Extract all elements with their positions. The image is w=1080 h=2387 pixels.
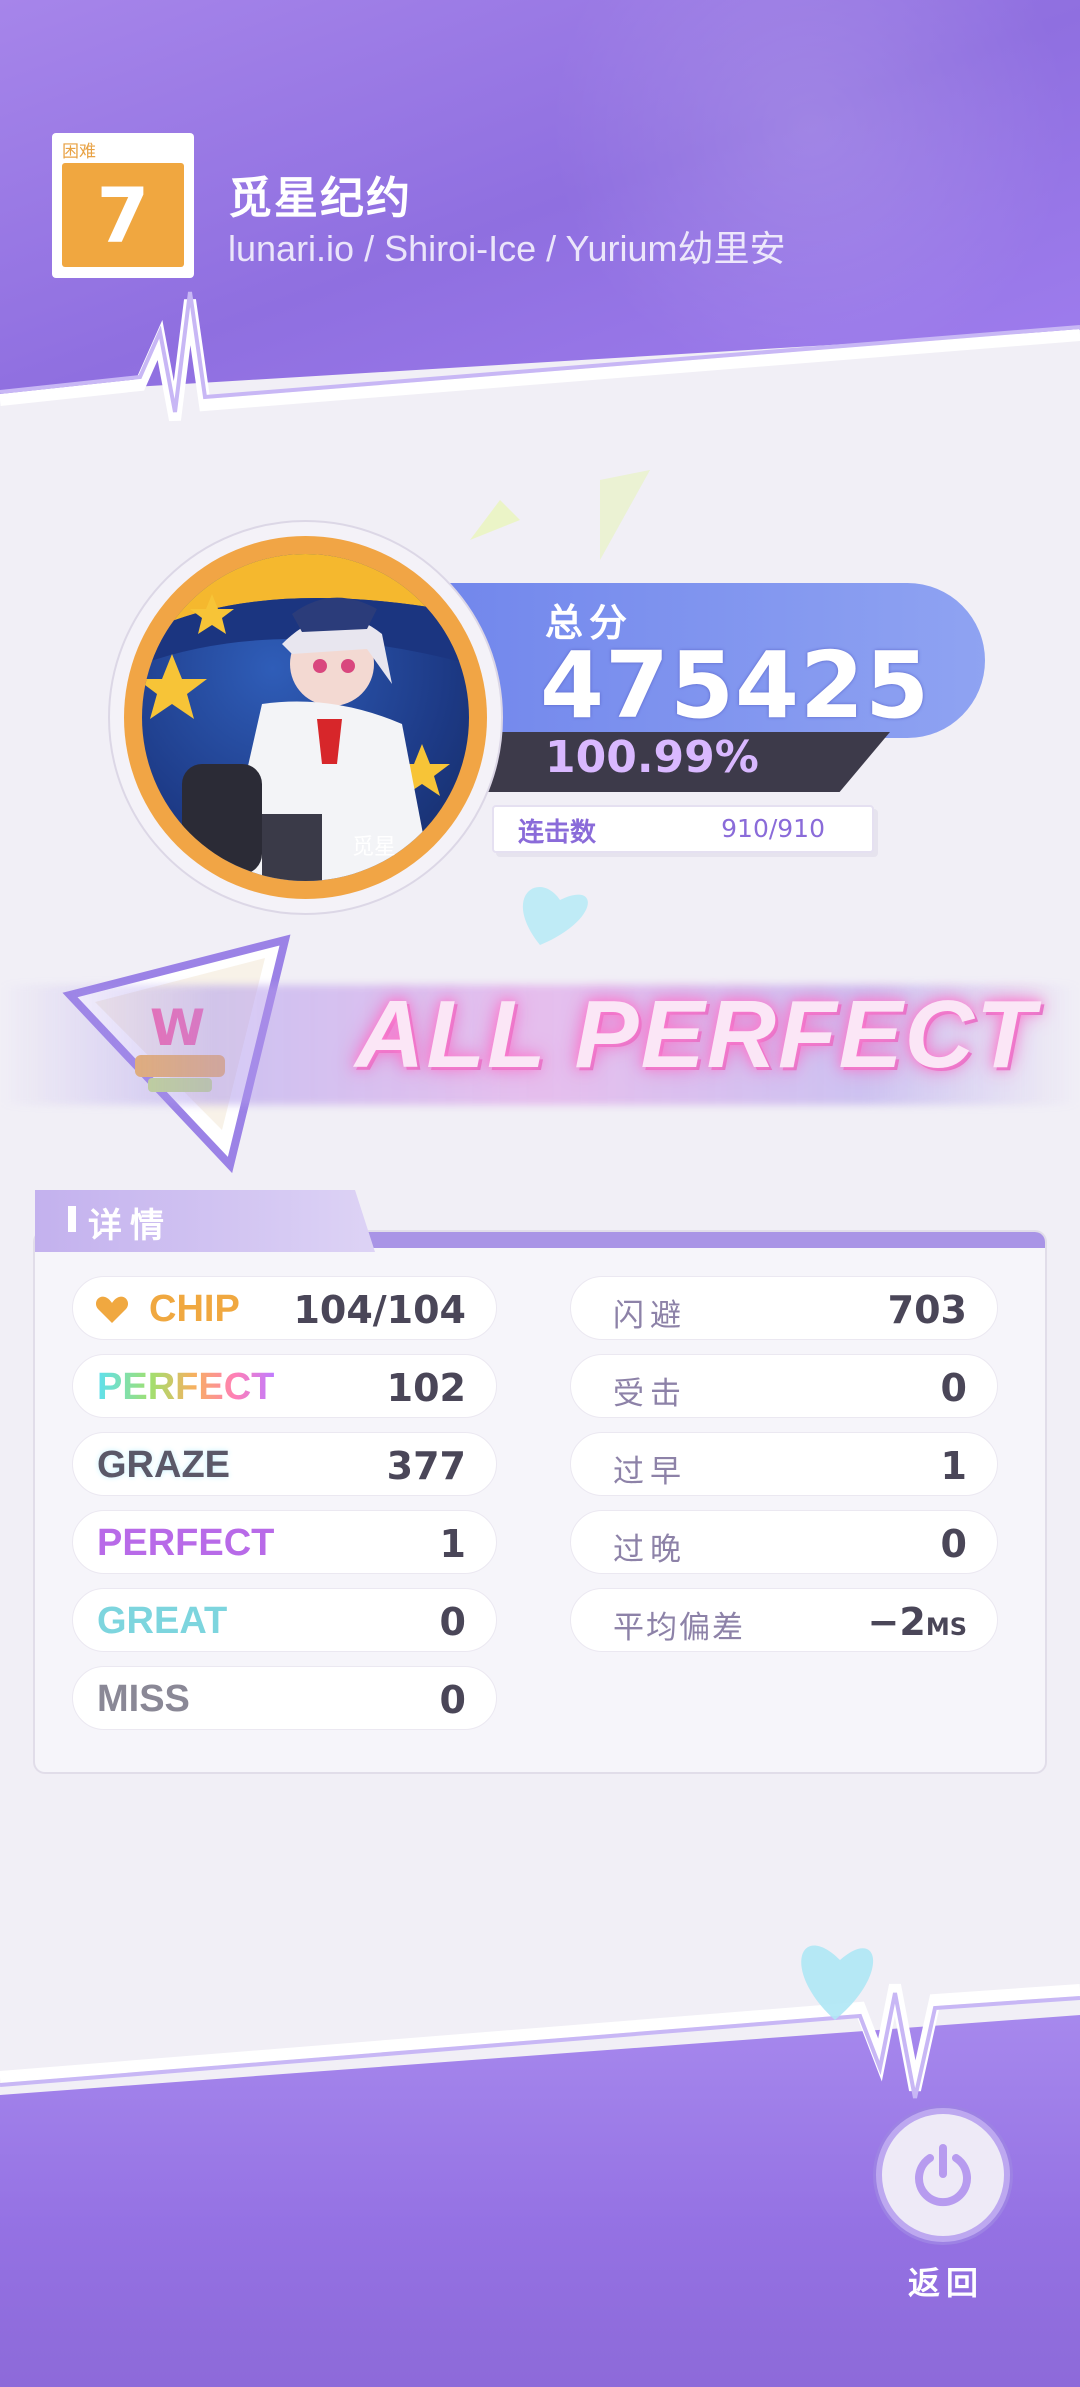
details-title: 详情 <box>88 1206 172 1246</box>
stat-value-late: 0 <box>940 1522 967 1566</box>
song-jacket-art: 觅星 <box>142 554 469 881</box>
stat-label-graze: GRAZE <box>97 1444 230 1486</box>
song-artists: lunari.io / Shiroi-Ice / Yurium幼里安 <box>228 228 786 269</box>
stat-row-miss: MISS 0 <box>72 1666 497 1730</box>
stat-label-early: 过早 <box>613 1454 687 1490</box>
stat-row-early: 过早 1 <box>570 1432 998 1496</box>
stat-row-great: GREAT 0 <box>72 1588 497 1652</box>
stat-label-perfect-plus: PERFECT <box>97 1366 275 1408</box>
back-button[interactable] <box>876 2108 1010 2242</box>
stat-label-hit: 受击 <box>613 1376 687 1412</box>
stat-row-hit: 受击 0 <box>570 1354 998 1418</box>
stat-value-chip: 104/104 <box>293 1288 466 1332</box>
stat-value-dodge: 703 <box>887 1288 967 1332</box>
heart-icon <box>95 1296 129 1323</box>
stat-value-miss: 0 <box>439 1678 466 1722</box>
stat-label-great: GREAT <box>97 1600 228 1642</box>
rank-text: ALL PERFECT <box>355 981 1037 1088</box>
difficulty-badge: 困难 7 <box>52 133 194 278</box>
song-title: 觅星纪约 <box>228 173 412 224</box>
details-tab-marker <box>68 1206 76 1232</box>
stat-value-early: 1 <box>940 1444 967 1488</box>
back-label[interactable]: 返回 <box>908 2258 984 2304</box>
stat-row-dodge: 闪避 703 <box>570 1276 998 1340</box>
stat-row-perfect: PERFECT 1 <box>72 1510 497 1574</box>
stat-row-perfect-plus: PERFECT 102 <box>72 1354 497 1418</box>
accuracy-value: 100.99% <box>545 732 759 783</box>
stat-label-dodge: 闪避 <box>613 1298 687 1334</box>
svg-text:觅星: 觅星 <box>352 835 396 860</box>
details-tab <box>35 1190 375 1252</box>
stat-row-graze: GRAZE 377 <box>72 1432 497 1496</box>
stat-row-avg-offset: 平均偏差 −2MS <box>570 1588 998 1652</box>
stat-row-chip: CHIP 104/104 <box>72 1276 497 1340</box>
stat-value-graze: 377 <box>386 1444 466 1488</box>
score-value: 475425 <box>540 632 931 739</box>
stat-label-perfect: PERFECT <box>97 1522 275 1564</box>
stat-value-great: 0 <box>439 1600 466 1644</box>
stat-value-perfect: 1 <box>439 1522 466 1566</box>
difficulty-level: 7 <box>62 163 184 267</box>
stat-label-late: 过晚 <box>613 1532 687 1568</box>
stat-label-chip: CHIP <box>149 1288 240 1330</box>
stat-value-avg-offset: −2MS <box>868 1600 967 1644</box>
difficulty-label: 困难 <box>62 142 96 162</box>
stat-label-avg-offset: 平均偏差 <box>613 1610 745 1646</box>
combo-value: 910/910 <box>721 814 825 843</box>
avg-offset-unit: MS <box>925 1613 967 1641</box>
combo-label: 连击数 <box>518 818 597 848</box>
avg-offset-number: −2 <box>867 1600 926 1644</box>
stat-value-hit: 0 <box>940 1366 967 1410</box>
stat-value-perfect-plus: 102 <box>386 1366 466 1410</box>
stat-row-late: 过晚 0 <box>570 1510 998 1574</box>
power-icon <box>915 2144 971 2207</box>
stat-label-miss: MISS <box>97 1678 190 1720</box>
